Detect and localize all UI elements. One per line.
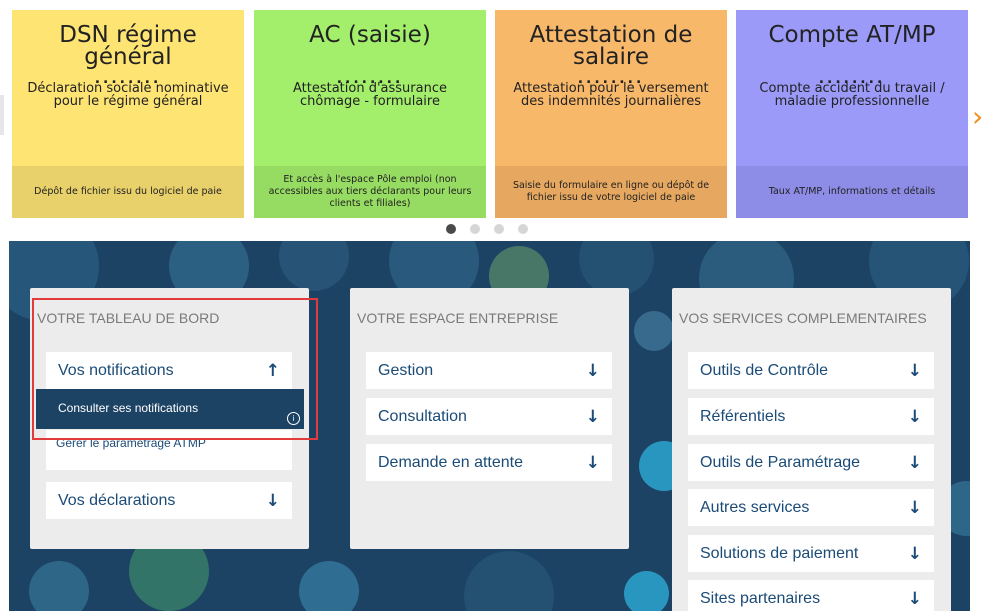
carousel-next-arrow[interactable]: ›	[972, 103, 983, 131]
background-bubble	[29, 561, 89, 611]
background-bubble	[464, 551, 554, 611]
info-icon[interactable]: i	[287, 412, 300, 425]
pager-dot[interactable]	[518, 224, 528, 234]
card-footer: Dépôt de fichier issu du logiciel de pai…	[12, 166, 244, 218]
item-label: Consultation	[378, 407, 467, 425]
card-ac[interactable]: AC (saisie) ........ Attestation d'assur…	[254, 10, 486, 218]
referentiels-button[interactable]: Référentiels ↓	[688, 398, 934, 435]
item-label: Autres services	[700, 498, 810, 516]
arrow-down-icon: ↓	[585, 360, 600, 381]
pager-dot[interactable]	[446, 224, 456, 234]
arrow-down-icon: ↓	[907, 588, 922, 609]
panel-espace-entreprise: VOTRE ESPACE ENTREPRISE Gestion ↓ Consul…	[350, 288, 629, 549]
arrow-down-icon: ↓	[907, 497, 922, 518]
arrow-down-icon: ↓	[265, 490, 280, 511]
item-label: Outils de Contrôle	[700, 361, 829, 379]
arrow-down-icon: ↓	[907, 543, 922, 564]
background-bubble	[624, 571, 669, 611]
card-title: DSN régime général	[59, 22, 197, 70]
item-label: Vos notifications	[58, 361, 174, 379]
card-title: Compte AT/MP	[768, 22, 936, 48]
item-label: Sites partenaires	[700, 589, 821, 607]
item-label: Gestion	[378, 361, 434, 379]
arrow-down-icon: ↓	[907, 406, 922, 427]
gestion-button[interactable]: Gestion ↓	[366, 352, 612, 389]
card-footer: Taux AT/MP, informations et détails	[736, 166, 968, 218]
demande-en-attente-button[interactable]: Demande en attente ↓	[366, 444, 612, 481]
item-label: Consulter ses notifications	[58, 401, 199, 415]
panel-services-complementaires: VOS SERVICES COMPLEMENTAIRES Outils de C…	[672, 288, 951, 611]
item-label: Solutions de paiement	[700, 544, 859, 562]
item-label: Outils de Paramétrage	[700, 453, 861, 471]
arrow-down-icon: ↓	[585, 452, 600, 473]
pager-dot[interactable]	[494, 224, 504, 234]
outils-de-controle-button[interactable]: Outils de Contrôle ↓	[688, 352, 934, 389]
gerer-parametrage-atmp-link[interactable]: Gérer le paramétrage ATMP	[46, 430, 292, 470]
service-carousel: DSN régime général ........ Déclaration …	[0, 0, 985, 240]
item-label: Référentiels	[700, 407, 786, 425]
card-subtitle: Compte accident du travail / maladie pro…	[759, 81, 945, 109]
carousel-pager	[446, 224, 528, 234]
solutions-de-paiement-button[interactable]: Solutions de paiement ↓	[688, 535, 934, 572]
card-dsn[interactable]: DSN régime général ........ Déclaration …	[12, 10, 244, 218]
card-compte-atmp[interactable]: Compte AT/MP ........ Compte accident du…	[736, 10, 968, 218]
autres-services-button[interactable]: Autres services ↓	[688, 489, 934, 526]
vos-declarations-button[interactable]: Vos déclarations ↓	[46, 482, 292, 519]
card-subtitle: Attestation pour le versement des indemn…	[513, 81, 709, 109]
card-subtitle: Attestation d'assurance chômage - formul…	[292, 81, 447, 109]
outils-de-parametrage-button[interactable]: Outils de Paramétrage ↓	[688, 444, 934, 481]
panel-heading: VOTRE TABLEAU DE BORD	[37, 310, 220, 326]
panel-heading: VOTRE ESPACE ENTREPRISE	[357, 310, 559, 326]
background-bubble	[279, 241, 349, 291]
sites-partenaires-button[interactable]: Sites partenaires ↓	[688, 580, 934, 611]
card-title: Attestation de salaire	[529, 22, 693, 70]
consulter-notifications-link[interactable]: Consulter ses notifications i	[36, 389, 304, 429]
pager-dot[interactable]	[470, 224, 480, 234]
arrow-down-icon: ↓	[585, 406, 600, 427]
item-label: Vos déclarations	[58, 491, 176, 509]
card-footer: Et accès à l'espace Pôle emploi (non acc…	[254, 166, 486, 218]
background-bubble	[299, 561, 359, 611]
arrow-down-icon: ↓	[907, 360, 922, 381]
item-label: Demande en attente	[378, 453, 523, 471]
card-title: AC (saisie)	[309, 22, 431, 48]
item-label: Gérer le paramétrage ATMP	[56, 436, 206, 450]
arrow-down-icon: ↓	[907, 452, 922, 473]
panel-heading: VOS SERVICES COMPLEMENTAIRES	[679, 310, 927, 326]
card-attestation-salaire[interactable]: Attestation de salaire ........ Attestat…	[495, 10, 727, 218]
carousel-prev-arrow[interactable]	[0, 95, 4, 135]
panel-tableau-de-bord: VOTRE TABLEAU DE BORD Vos notifications …	[30, 288, 309, 549]
consultation-button[interactable]: Consultation ↓	[366, 398, 612, 435]
arrow-up-icon: ↑	[265, 360, 280, 381]
dashboard-area: VOTRE TABLEAU DE BORD Vos notifications …	[9, 241, 970, 611]
card-footer: Saisie du formulaire en ligne ou dépôt d…	[495, 166, 727, 218]
background-bubble	[634, 311, 674, 351]
card-subtitle: Déclaration sociale nominative pour le r…	[27, 81, 229, 109]
vos-notifications-button[interactable]: Vos notifications ↑	[46, 352, 292, 389]
